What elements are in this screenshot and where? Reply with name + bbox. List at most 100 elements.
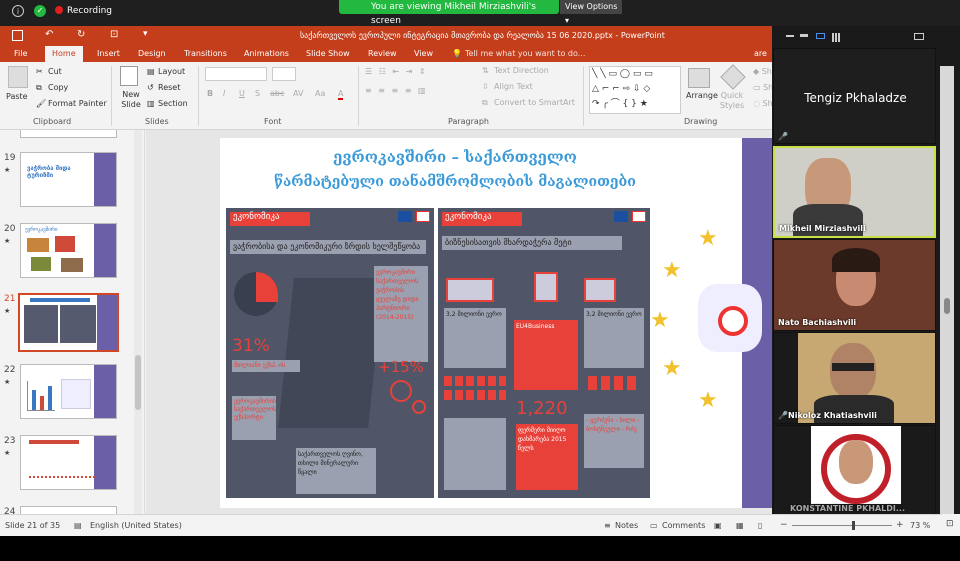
zoom-slider-thumb[interactable] — [852, 521, 855, 530]
tab-insert[interactable]: Insert — [97, 46, 120, 62]
notes-button[interactable]: Notes — [615, 521, 638, 530]
zoom-slider[interactable] — [792, 525, 892, 526]
align-buttons[interactable]: ≡ ≡ ≡ ≡ ▥ — [365, 86, 428, 95]
change-case-button[interactable]: Aa — [315, 89, 325, 98]
participant-tile-mikheil[interactable]: Mikheil Mirziashvili — [773, 146, 936, 238]
reading-view-button[interactable]: ▯ — [758, 521, 762, 530]
quick-styles-button[interactable]: Quick Styles — [719, 91, 745, 111]
right-list-textbox: - ყურძენი - ხილი - ბოსტნეული - რძე — [584, 414, 644, 468]
participant-tile-tengiz[interactable]: Tengiz Pkhaladze 🎤 — [773, 48, 936, 144]
strikethrough-button[interactable]: abc — [270, 89, 284, 98]
comments-button[interactable]: Comments — [662, 521, 705, 530]
align-text-button[interactable]: Align Text — [494, 82, 533, 91]
exit-panel-icon[interactable] — [914, 33, 924, 40]
info-icon[interactable]: i — [12, 5, 24, 17]
thumbnails-scrollbar[interactable] — [134, 130, 142, 514]
tab-slide-show[interactable]: Slide Show — [306, 46, 350, 62]
shape-fill-button[interactable]: ◆ Sh — [753, 67, 772, 76]
redo-icon[interactable]: ↻ — [77, 29, 85, 40]
zoom-in-button[interactable]: + — [896, 520, 904, 530]
paste-button[interactable]: Paste — [6, 92, 28, 101]
participant-tile-nikoloz[interactable]: 🎤 Nikoloz Khatiashvili — [773, 332, 936, 424]
section-button[interactable]: Section — [158, 99, 188, 108]
participants-panel: Tengiz Pkhaladze 🎤 Mikheil Mirziashvili … — [772, 26, 960, 536]
font-size-input[interactable] — [272, 67, 296, 81]
text-direction-button[interactable]: Text Direction — [494, 66, 549, 75]
convert-smartart-button[interactable]: Convert to SmartArt — [494, 98, 575, 107]
tab-transitions[interactable]: Transitions — [184, 46, 227, 62]
copy-button[interactable]: Copy — [48, 83, 68, 92]
cut-button[interactable]: Cut — [48, 67, 62, 76]
format-painter-button[interactable]: Format Painter — [48, 99, 107, 108]
shapes-gallery[interactable]: ╲ ╲ ▭ ◯ ▭ ▭ △ ⌐ ⌐ ⇨ ⇩ ◇ ↷ ╭ ⌒ { } ★ — [589, 66, 681, 114]
save-icon[interactable] — [12, 30, 23, 41]
shadow-button[interactable]: S — [255, 89, 260, 98]
underline-button[interactable]: U — [239, 89, 245, 98]
arrange-button[interactable]: Arrange — [686, 91, 718, 100]
slide-thumbnail-23[interactable] — [20, 435, 117, 490]
participant-tile-konstantine[interactable]: KONSTANTINE PKHALDI... — [773, 425, 936, 517]
slide-thumbnail-24-partial[interactable] — [20, 506, 117, 514]
tell-me-icon[interactable]: 💡 — [452, 46, 462, 62]
undo-icon[interactable]: ↶ — [45, 29, 53, 40]
shape-outline-button[interactable]: ▭ Sh — [753, 83, 773, 92]
eu4business-box: EU4Business — [514, 320, 578, 390]
left-panel-subheader: ვაჭრობისა და ეკონომიკური ზრდის ხელშეწყობ… — [230, 240, 426, 254]
transition-star-icon: ★ — [4, 237, 11, 245]
italic-button[interactable]: I — [223, 89, 225, 98]
reset-button[interactable]: Reset — [158, 83, 180, 92]
tab-review[interactable]: Review — [368, 46, 397, 62]
view-options-button[interactable]: View Options ▾ — [560, 0, 622, 25]
layout-icon: ▤ — [147, 67, 155, 76]
recording-indicator[interactable]: Recording — [55, 6, 112, 16]
share-button[interactable]: are — [754, 46, 767, 62]
scrollbar-thumb[interactable] — [135, 355, 141, 410]
slide-thumbnail-22[interactable] — [20, 364, 117, 419]
participants-scrollbar[interactable] — [940, 66, 954, 528]
shape-effects-button[interactable]: ◌ Sh — [753, 99, 773, 108]
right-bottom-textbox — [444, 418, 506, 490]
tab-home[interactable]: Home — [45, 46, 83, 62]
zoom-level[interactable]: 73 % — [910, 521, 930, 530]
tab-view[interactable]: View — [414, 46, 433, 62]
slide-counter[interactable]: Slide 21 of 35 — [5, 521, 60, 530]
slide-sorter-button[interactable]: ▦ — [736, 521, 744, 530]
spellcheck-icon[interactable]: ▤ — [74, 521, 82, 530]
presentation-icon[interactable]: ⊡ — [110, 29, 118, 40]
bold-button[interactable]: B — [207, 89, 213, 98]
thumb-decoration — [94, 224, 116, 277]
slide-thumbnail-20[interactable]: ევროკავშირი — [20, 223, 117, 278]
transition-star-icon: ★ — [4, 307, 11, 315]
slide-thumbnail-21-selected[interactable] — [18, 293, 119, 352]
speaker-view-icon[interactable] — [816, 33, 825, 39]
normal-view-button[interactable]: ▣ — [714, 521, 722, 530]
tell-me-box[interactable]: Tell me what you want to do... — [465, 46, 585, 62]
list-buttons[interactable]: ☰ ☷ ⇤ ⇥ ⇕ — [365, 67, 428, 76]
slide-thumbnail-19[interactable]: ვაჭრობა შიდა ტურიზმი — [20, 152, 117, 207]
scrollbar-thumb[interactable] — [944, 298, 950, 314]
font-family-input[interactable] — [205, 67, 267, 81]
layout-button[interactable]: Layout — [158, 67, 185, 76]
new-slide-button[interactable]: New Slide — [118, 90, 144, 110]
font-color-button[interactable]: A — [338, 89, 344, 100]
gallery-view-icon[interactable] — [832, 33, 841, 42]
strip-view-icon[interactable] — [800, 34, 808, 37]
slide-thumbnail-18-partial[interactable] — [20, 130, 117, 138]
shield-icon[interactable]: ✓ — [34, 5, 46, 17]
participant-tile-nato[interactable]: Nato Bachiashvili — [773, 239, 936, 331]
pie-slice — [256, 272, 278, 302]
thumb-decoration — [94, 365, 116, 418]
char-spacing-button[interactable]: AV — [293, 89, 303, 98]
tab-animations[interactable]: Animations — [244, 46, 289, 62]
tab-design[interactable]: Design — [138, 46, 166, 62]
zoom-out-button[interactable]: − — [780, 520, 788, 530]
thumb-image — [27, 238, 49, 252]
current-slide[interactable]: ევროკავშირი – საქართველო წარმატებული თან… — [220, 138, 772, 508]
eu-star-icon: ★ — [662, 356, 682, 381]
language-indicator[interactable]: English (United States) — [90, 521, 182, 530]
slide-number: 22 — [4, 365, 16, 375]
customize-toolbar-icon[interactable]: ▾ — [143, 29, 148, 39]
fit-slide-icon[interactable]: ⊡ — [942, 514, 960, 536]
tab-file[interactable]: File — [14, 46, 27, 62]
minimize-icon[interactable] — [786, 35, 794, 37]
